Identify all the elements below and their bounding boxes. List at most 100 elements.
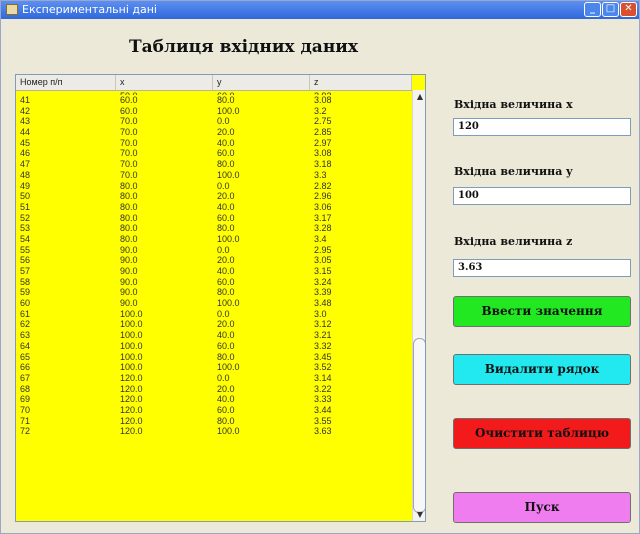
table-cell: 49 xyxy=(20,180,31,191)
minimize-button[interactable]: _ xyxy=(584,2,601,17)
table-cell: 100.0 xyxy=(120,340,143,351)
table-cell: 72 xyxy=(20,426,31,437)
column-header-z[interactable]: z xyxy=(310,75,412,90)
delete-row-button[interactable]: Видалити рядок xyxy=(453,354,631,385)
data-table[interactable]: Номер п/п x y z 50.0 60.0 2.92 4160.080.… xyxy=(15,74,426,522)
table-row[interactable]: 41 60.0 80.0 3.08 xyxy=(16,95,412,106)
table-cell: 60.0 xyxy=(217,340,235,351)
table-row[interactable]: 51 80.0 40.0 3.06 xyxy=(16,202,412,213)
table-cell: 100.0 xyxy=(217,169,240,180)
table-cell: 2.96 xyxy=(314,191,332,202)
table-row[interactable]: 56 90.0 20.0 3.05 xyxy=(16,255,412,266)
page-title: Таблиця вхідних даних xyxy=(129,37,359,57)
column-header-x[interactable]: x xyxy=(116,75,213,90)
table-row[interactable]: 65 100.0 80.0 3.45 xyxy=(16,352,412,363)
table-cell: 3.28 xyxy=(314,223,332,234)
table-cell: 69 xyxy=(20,394,31,405)
table-cell: 100.0 xyxy=(120,319,143,330)
scrollbar-thumb[interactable] xyxy=(413,338,425,513)
table-cell: 90.0 xyxy=(120,276,138,287)
table-row[interactable]: 60 90.0 100.0 3.48 xyxy=(16,298,412,309)
label-input-y: Вхідна величина y xyxy=(454,165,573,178)
table-row[interactable]: 59 90.0 80.0 3.39 xyxy=(16,287,412,298)
table-row[interactable]: 49 80.0 0.0 2.82 xyxy=(16,181,412,192)
maximize-button[interactable]: □ xyxy=(602,2,619,17)
table-row[interactable]: 52 80.0 60.0 3.17 xyxy=(16,213,412,224)
table-row[interactable]: 71 120.0 80.0 3.55 xyxy=(16,416,412,427)
column-header-number[interactable]: Номер п/п xyxy=(16,75,116,90)
table-row[interactable]: 62 100.0 20.0 3.12 xyxy=(16,319,412,330)
table-row[interactable]: 55 90.0 0.0 2.95 xyxy=(16,245,412,256)
enter-value-button[interactable]: Ввести значення xyxy=(453,296,631,327)
table-cell: 59 xyxy=(20,287,31,298)
table-cell: 0.0 xyxy=(217,244,230,255)
table-row[interactable]: 63 100.0 40.0 3.21 xyxy=(16,330,412,341)
table-cell: 51 xyxy=(20,201,31,212)
table-cell: 70 xyxy=(20,404,31,415)
table-row[interactable]: 67 120.0 0.0 3.14 xyxy=(16,373,412,384)
table-cell: 3.0 xyxy=(314,308,327,319)
table-cell: 120.0 xyxy=(120,426,143,437)
table-header: Номер п/п x y z xyxy=(16,75,412,91)
table-cell: 3.15 xyxy=(314,266,332,276)
table-row[interactable]: 46 70.0 60.0 3.08 xyxy=(16,148,412,159)
table-row[interactable]: 44 70.0 20.0 2.85 xyxy=(16,127,412,138)
table-cell: 3.3 xyxy=(314,169,327,180)
table-cell: 2.75 xyxy=(314,116,332,127)
table-cell: 64 xyxy=(20,340,31,351)
table-cell: 60 xyxy=(20,298,31,309)
label-input-x: Вхідна величина x xyxy=(454,98,573,111)
table-cell: 120.0 xyxy=(120,383,143,394)
table-cell: 20.0 xyxy=(217,319,235,330)
table-row[interactable]: 50 80.0 20.0 2.96 xyxy=(16,191,412,202)
table-cell: 80.0 xyxy=(217,287,235,298)
table-cell: 58 xyxy=(20,276,31,287)
vertical-scrollbar[interactable]: ▲ ▼ xyxy=(412,90,425,521)
table-row[interactable]: 72 120.0 100.0 3.63 xyxy=(16,426,412,437)
title-bar[interactable]: Експериментальні дані _ □ ✕ xyxy=(1,1,639,19)
table-row[interactable]: 45 70.0 40.0 2.97 xyxy=(16,138,412,149)
table-row[interactable]: 64 100.0 60.0 3.32 xyxy=(16,341,412,352)
table-cell: 100.0 xyxy=(217,233,240,244)
scroll-up-arrow-icon[interactable]: ▲ xyxy=(415,92,425,102)
table-row[interactable]: 47 70.0 80.0 3.18 xyxy=(16,159,412,170)
scroll-down-arrow-icon[interactable]: ▼ xyxy=(415,510,425,520)
table-row[interactable]: 58 90.0 60.0 3.24 xyxy=(16,277,412,288)
close-button[interactable]: ✕ xyxy=(620,2,637,17)
table-row[interactable]: 53 80.0 80.0 3.28 xyxy=(16,223,412,234)
table-cell: 0.0 xyxy=(217,180,230,191)
table-row[interactable]: 43 70.0 0.0 2.75 xyxy=(16,116,412,127)
table-cell: 3.33 xyxy=(314,394,332,405)
input-y-field[interactable]: 100 xyxy=(453,187,631,205)
table-cell: 80.0 xyxy=(120,212,138,223)
window-title: Експериментальні дані xyxy=(22,3,157,16)
table-cell: 62 xyxy=(20,319,31,330)
column-header-y[interactable]: y xyxy=(213,75,310,90)
table-row[interactable]: 54 80.0 100.0 3.4 xyxy=(16,234,412,245)
table-row[interactable]: 48 70.0 100.0 3.3 xyxy=(16,170,412,181)
table-row[interactable]: 57 90.0 40.0 3.15 xyxy=(16,266,412,277)
table-cell: 40.0 xyxy=(217,266,235,276)
table-row[interactable]: 42 60.0 100.0 3.2 xyxy=(16,106,412,117)
table-cell: 47 xyxy=(20,159,31,170)
clear-table-button[interactable]: Очистити таблицю xyxy=(453,418,631,449)
table-cell: 3.12 xyxy=(314,319,332,330)
table-cell: 3.22 xyxy=(314,383,332,394)
table-cell: 60.0 xyxy=(217,276,235,287)
input-z-field[interactable]: 3.63 xyxy=(453,259,631,277)
table-cell: 68 xyxy=(20,383,31,394)
table-row[interactable]: 70 120.0 60.0 3.44 xyxy=(16,405,412,416)
start-button[interactable]: Пуск xyxy=(453,492,631,523)
table-row[interactable]: 61 100.0 0.0 3.0 xyxy=(16,309,412,320)
table-cell: 56 xyxy=(20,255,31,266)
table-row[interactable]: 68 120.0 20.0 3.22 xyxy=(16,384,412,395)
app-window: Експериментальні дані _ □ ✕ Таблиця вхід… xyxy=(0,0,640,534)
table-body: 50.0 60.0 2.92 4160.080.03.084260.0100.0… xyxy=(16,91,412,521)
input-x-field[interactable]: 120 xyxy=(453,118,631,136)
table-cell: 40.0 xyxy=(217,330,235,341)
table-row[interactable]: 69 120.0 40.0 3.33 xyxy=(16,394,412,405)
table-cell: 3.24 xyxy=(314,276,332,287)
table-cell: 20.0 xyxy=(217,127,235,138)
table-cell: 100.0 xyxy=(217,105,240,116)
table-row[interactable]: 66 100.0 100.0 3.52 xyxy=(16,362,412,373)
